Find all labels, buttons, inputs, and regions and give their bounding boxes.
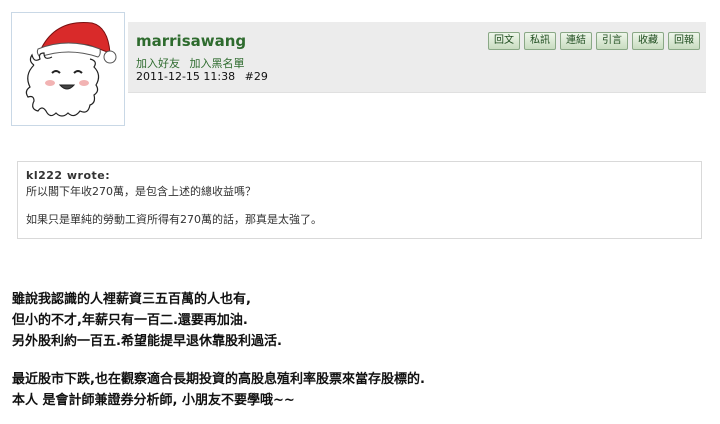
private-message-button[interactable]: 私訊 bbox=[524, 32, 556, 50]
post-meta: 2011-12-15 11:38 #29 bbox=[136, 70, 274, 83]
post-datetime: 2011-12-15 11:38 bbox=[136, 70, 236, 83]
quote-line: 如果只是單純的勞動工資所得有270萬的話，那真是太強了。 bbox=[26, 213, 322, 226]
quote-line: 所以閣下年收270萬，是包含上述的總收益嗎？ bbox=[26, 185, 256, 198]
quote-author: kl222 wrote: bbox=[26, 169, 111, 182]
post-action-buttons: 回文 私訊 連結 引言 收藏 回報 bbox=[488, 32, 700, 50]
user-avatar[interactable] bbox=[11, 12, 125, 126]
add-friend-link[interactable]: 加入好友 bbox=[136, 57, 180, 70]
post-paragraph: 另外股利約一百五.希望能提早退休靠股利過活. bbox=[12, 334, 282, 349]
post-paragraph: 最近股市下跌,也在觀察適合長期投資的高股息殖利率股票來當存股標的. bbox=[12, 372, 425, 387]
quote-button[interactable]: 引言 bbox=[596, 32, 628, 50]
quote-block: kl222 wrote: 所以閣下年收270萬，是包含上述的總收益嗎？ 如果只是… bbox=[17, 161, 702, 239]
post-floor-link[interactable]: #29 bbox=[245, 70, 268, 83]
add-blacklist-link[interactable]: 加入黑名單 bbox=[190, 57, 245, 70]
reply-button[interactable]: 回文 bbox=[488, 32, 520, 50]
post-paragraph: 本人 是會計師兼證券分析師, 小朋友不要學哦~~ bbox=[12, 393, 295, 408]
post-paragraph: 雖說我認識的人裡薪資三五百萬的人也有, bbox=[12, 292, 251, 307]
username-link[interactable]: marrisawang bbox=[136, 32, 246, 50]
link-button[interactable]: 連結 bbox=[560, 32, 592, 50]
user-actions: 加入好友 加入黑名單 bbox=[136, 55, 251, 71]
report-button[interactable]: 回報 bbox=[668, 32, 700, 50]
post-body: 雖說我認識的人裡薪資三五百萬的人也有, 但小的不才,年薪只有一百二.還要再加油.… bbox=[12, 289, 702, 411]
santa-hat-avatar-icon bbox=[25, 22, 117, 117]
bookmark-button[interactable]: 收藏 bbox=[632, 32, 664, 50]
post-paragraph: 但小的不才,年薪只有一百二.還要再加油. bbox=[12, 313, 248, 328]
post-header: marrisawang 加入好友 加入黑名單 2011-12-15 11:38 … bbox=[128, 22, 706, 93]
